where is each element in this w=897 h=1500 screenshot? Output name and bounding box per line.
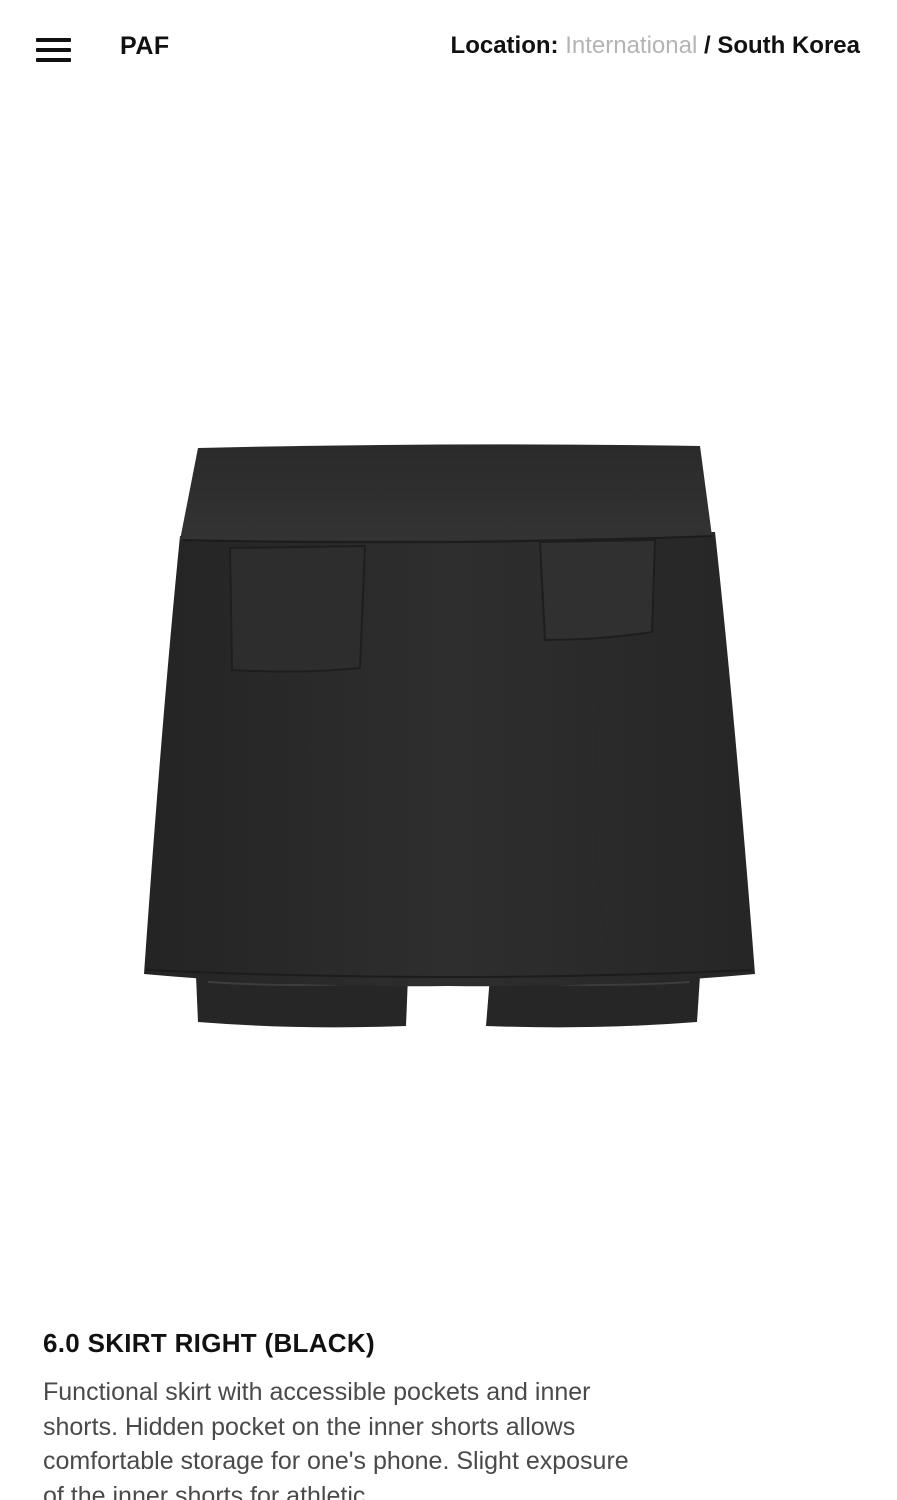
location-option-international[interactable]: International [565,32,697,59]
site-header: PAF Location: International / South Kore… [0,0,897,96]
product-description: Functional skirt with accessible pockets… [43,1378,629,1500]
brand-logo[interactable]: PAF [120,32,170,61]
location-separator: / [703,32,711,59]
product-image[interactable] [0,96,897,1296]
product-page: PAF Location: International / South Kore… [0,0,897,1500]
hamburger-menu-icon[interactable] [36,36,72,64]
location-label: Location: [450,32,559,59]
location-option-south-korea[interactable]: South Korea [717,32,860,59]
location-selector: Location: International / South Korea [451,32,860,60]
skirt-illustration [144,444,755,1028]
product-title: 6.0 SKIRT RIGHT (BLACK) [43,1328,375,1358]
